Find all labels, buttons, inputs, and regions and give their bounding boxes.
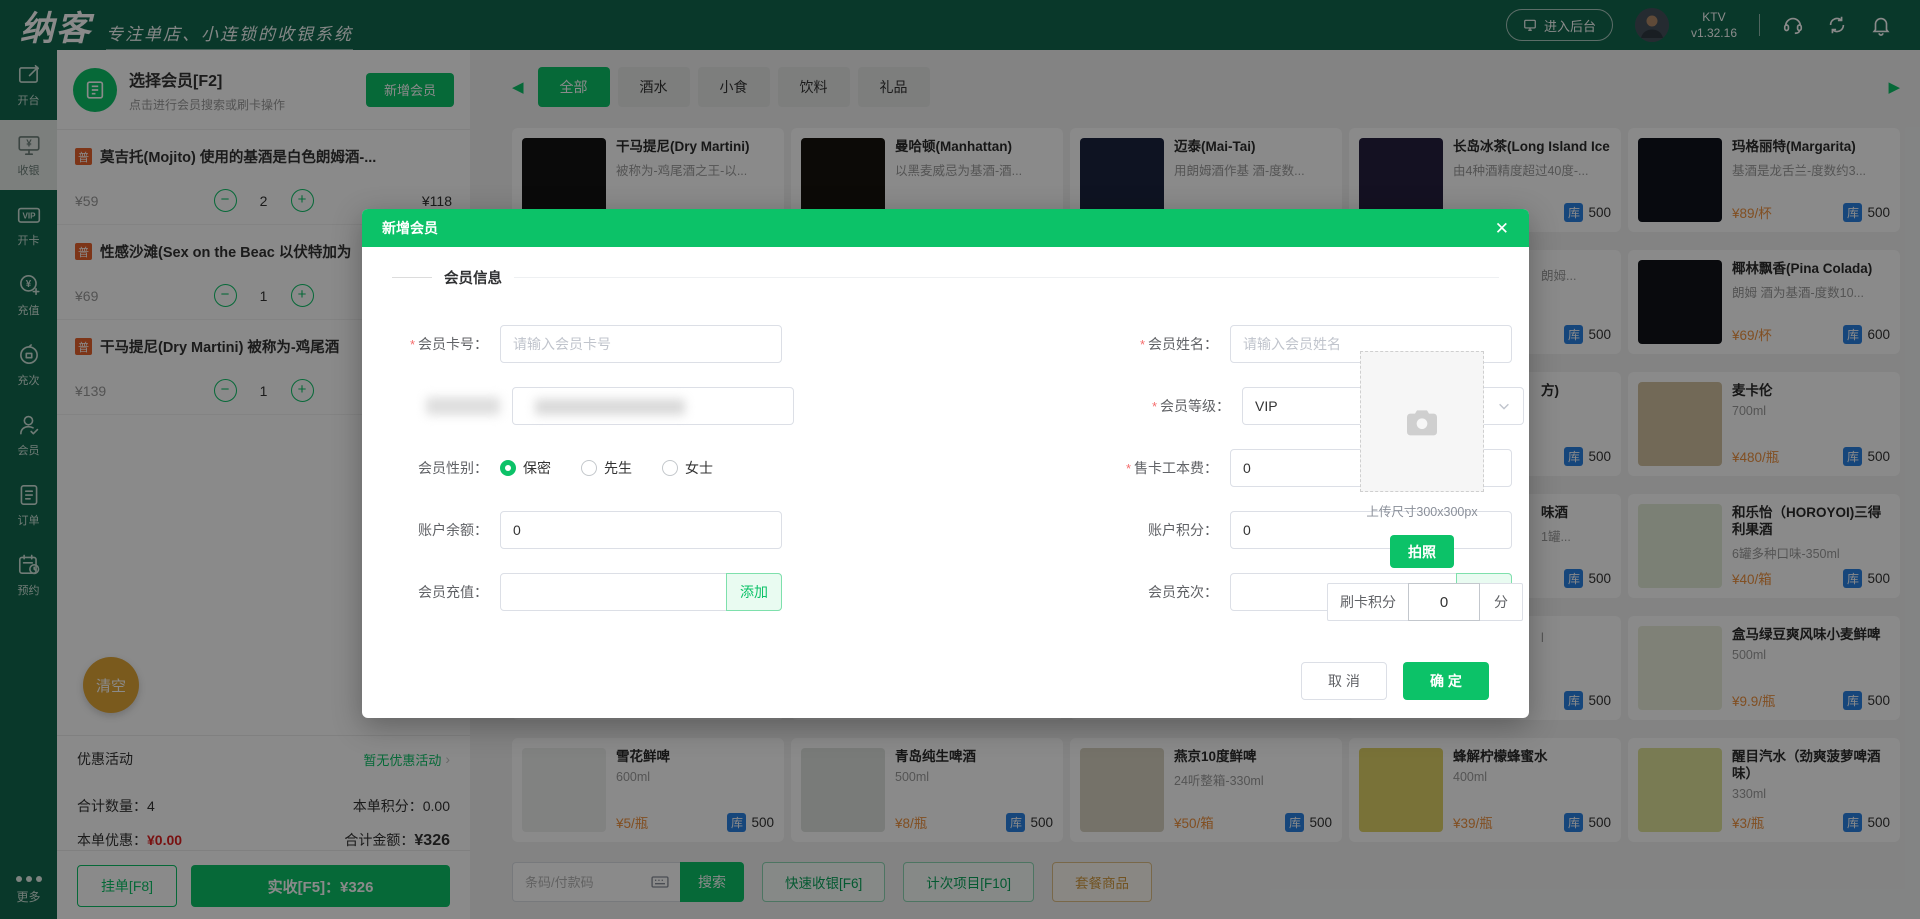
swipe-points-group: 刷卡积分 0 分 — [1327, 583, 1523, 621]
radio-label: 先生 — [604, 458, 632, 478]
radio-label: 保密 — [523, 458, 551, 478]
gender-radio-保密[interactable]: 保密 — [500, 458, 551, 478]
member-level-value: VIP — [1255, 398, 1278, 414]
swipe-points-label: 刷卡积分 — [1328, 592, 1408, 612]
member-name-label: *会员姓名： — [1064, 334, 1230, 354]
section-title: 会员信息 — [444, 267, 502, 288]
modal-title: 新增会员 — [382, 218, 438, 238]
photo-upload-box[interactable] — [1360, 351, 1484, 492]
radio-icon — [581, 460, 597, 476]
redacted-phone-label — [426, 397, 500, 415]
modal-header: 新增会员 ✕ — [362, 209, 1529, 247]
member-info-section: 会员信息 — [392, 267, 1499, 288]
close-icon[interactable]: ✕ — [1495, 220, 1509, 237]
gender-label: 会员性别： — [392, 458, 500, 478]
cancel-button[interactable]: 取 消 — [1301, 662, 1387, 700]
confirm-button[interactable]: 确 定 — [1403, 662, 1489, 700]
redacted-phone-input[interactable] — [512, 387, 794, 425]
card-no-input[interactable] — [500, 325, 782, 363]
radio-icon — [662, 460, 678, 476]
camera-icon — [1402, 402, 1442, 442]
pos-app: 纳客 专注单店、小连锁的收银系统 进入后台 KTV v1.32.16 — [0, 0, 1920, 919]
redacted-phone-value — [535, 399, 685, 415]
balance-input[interactable] — [500, 511, 782, 549]
member-level-label: *会员等级： — [1076, 396, 1242, 416]
chevron-down-icon — [1497, 399, 1511, 413]
card-fee-label: *售卡工本费： — [1064, 458, 1230, 478]
photo-size-hint: 上传尺寸300x300px — [1357, 501, 1487, 520]
swipe-points-unit: 分 — [1480, 592, 1522, 612]
radio-label: 女士 — [685, 458, 713, 478]
points-label: 账户积分： — [1064, 520, 1230, 540]
recharge-times-label: 会员充次： — [1064, 582, 1230, 602]
recharge-add-button[interactable]: 添加 — [726, 573, 782, 611]
member-photo-column: 上传尺寸300x300px 拍照 — [1357, 351, 1487, 568]
recharge-label: 会员充值： — [392, 582, 500, 602]
radio-icon — [500, 460, 516, 476]
gender-radio-先生[interactable]: 先生 — [581, 458, 632, 478]
add-member-modal: 新增会员 ✕ 会员信息 *会员卡号： *会员姓名： — [362, 209, 1529, 718]
gender-radio-女士[interactable]: 女士 — [662, 458, 713, 478]
balance-label: 账户余额： — [392, 520, 500, 540]
take-photo-button[interactable]: 拍照 — [1390, 535, 1454, 568]
card-no-label: *会员卡号： — [392, 334, 500, 354]
swipe-points-input[interactable]: 0 — [1408, 583, 1480, 621]
